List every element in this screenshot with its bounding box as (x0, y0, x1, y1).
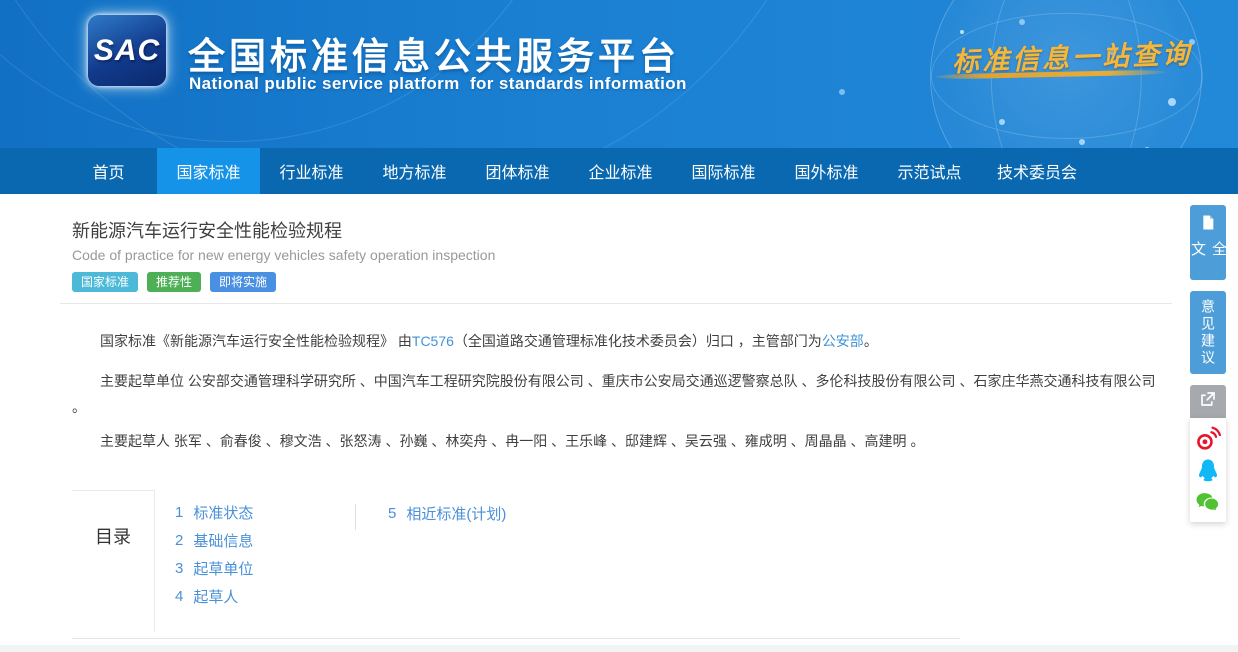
toc-item-number: 4 (175, 588, 183, 605)
nav-item-international-standards[interactable]: 国际标准 (672, 148, 775, 194)
toc-item-basic-info[interactable]: 2 基础信息 (175, 526, 253, 554)
section-divider (60, 303, 1172, 304)
nav-item-foreign-standards[interactable]: 国外标准 (775, 148, 878, 194)
tc576-link[interactable]: TC576 (412, 333, 454, 349)
toc-item-label: 起草人 (193, 586, 238, 607)
toc-item-standard-status[interactable]: 1 标准状态 (175, 498, 253, 526)
badge-national-standard: 国家标准 (72, 272, 138, 292)
nav-item-pilot-programs[interactable]: 示范试点 (878, 148, 981, 194)
social-share-panel (1190, 418, 1226, 522)
toc-item-label: 相近标准(计划) (406, 503, 506, 524)
intro-prefix: 国家标准《新能源汽车运行安全性能检验规程》 由 (100, 333, 412, 349)
nav-item-local-standards[interactable]: 地方标准 (363, 148, 466, 194)
feedback-button[interactable]: 意见建议 (1190, 291, 1226, 374)
spark-dots (960, 30, 964, 34)
nav-item-group-standards[interactable]: 团体标准 (466, 148, 569, 194)
toc-item-number: 3 (175, 560, 183, 577)
toc-item-label: 标准状态 (193, 502, 253, 523)
bottom-strip (0, 645, 1238, 652)
intro-middle: （全国道路交通管理标准化技术委员会）归口 ，主管部门为 (454, 333, 822, 349)
toc-item-label: 基础信息 (193, 530, 253, 551)
sac-logo[interactable]: SAC (88, 15, 166, 86)
toc-section: 目录 1 标准状态 2 基础信息 3 起草单位 4 起草人 5 (72, 490, 960, 639)
page: SAC 全国标准信息公共服务平台 National public service… (0, 0, 1238, 652)
toc-column-divider (355, 504, 356, 530)
toc-item-label: 起草单位 (193, 558, 253, 579)
intro-paragraph: 国家标准《新能源汽车运行安全性能检验规程》 由TC576（全国道路交通管理标准化… (72, 328, 1172, 354)
badge-row: 国家标准 推荐性 即将实施 (72, 272, 276, 292)
toc-label-cell: 目录 (72, 490, 155, 632)
toc-item-number: 2 (175, 532, 183, 549)
standard-title-en: Code of practice for new energy vehicles… (72, 247, 495, 263)
site-subtitle: National public service platform for sta… (189, 74, 687, 94)
feedback-label: 意见建议 (1198, 299, 1218, 367)
fulltext-button[interactable]: 全文 (1190, 205, 1226, 280)
toc-column-2: 5 相近标准(计划) (388, 499, 506, 527)
nav-item-national-standards[interactable]: 国家标准 (157, 148, 260, 194)
wechat-icon[interactable] (1195, 490, 1221, 516)
qq-icon[interactable] (1195, 457, 1221, 483)
document-icon (1200, 214, 1216, 241)
toc-label: 目录 (95, 523, 131, 549)
drafters-paragraph: 主要起草人 张军 、俞春俊 、穆文浩 、张怒涛 、孙巍 、林奕舟 、冉一阳 、王… (72, 428, 1172, 454)
nav-item-technical-committees[interactable]: 技术委员会 (981, 148, 1093, 194)
sac-logo-text: SAC (94, 34, 160, 68)
nav-item-industry-standards[interactable]: 行业标准 (260, 148, 363, 194)
toc-column-1: 1 标准状态 2 基础信息 3 起草单位 4 起草人 (175, 498, 253, 610)
badge-upcoming-implementation: 即将实施 (210, 272, 276, 292)
share-button[interactable] (1190, 385, 1226, 418)
ministry-link[interactable]: 公安部 (822, 333, 864, 349)
nav-item-enterprise-standards[interactable]: 企业标准 (569, 148, 672, 194)
toc-item-related-standards[interactable]: 5 相近标准(计划) (388, 499, 506, 527)
site-header: SAC 全国标准信息公共服务平台 National public service… (0, 0, 1238, 148)
weibo-icon[interactable] (1195, 425, 1221, 451)
toc-item-drafters[interactable]: 4 起草人 (175, 582, 253, 610)
fulltext-label: 全文 (1187, 241, 1229, 280)
intro-suffix: 。 (864, 333, 878, 349)
share-icon (1199, 390, 1217, 413)
drafting-units-paragraph: 主要起草单位 公安部交通管理科学研究所 、中国汽车工程研究院股份有限公司 、重庆… (72, 368, 1172, 420)
standard-title-cn: 新能源汽车运行安全性能检验规程 (72, 217, 342, 243)
main-nav: 首页 国家标准 行业标准 地方标准 团体标准 企业标准 国际标准 国外标准 示范… (0, 148, 1238, 194)
nav-item-home[interactable]: 首页 (60, 148, 157, 194)
toc-item-number: 1 (175, 504, 183, 521)
toc-item-number: 5 (388, 505, 396, 522)
toc-item-drafting-units[interactable]: 3 起草单位 (175, 554, 253, 582)
badge-recommended: 推荐性 (147, 272, 201, 292)
site-title: 全国标准信息公共服务平台 (188, 26, 680, 80)
